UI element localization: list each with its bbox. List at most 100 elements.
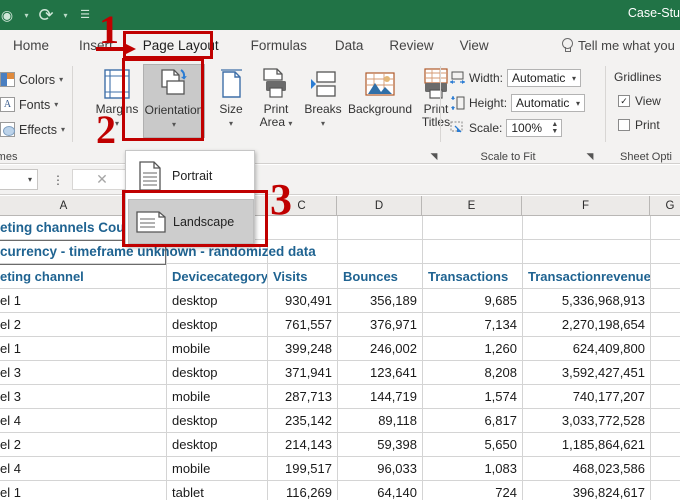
cell-device[interactable]: mobile: [167, 385, 267, 408]
spinner-arrows-icon[interactable]: ▲ ▼: [551, 121, 558, 135]
cell-transactions[interactable]: 8,208: [423, 361, 522, 384]
table-row: el 4 mobile 199,517 96,033 1,083 468,023…: [0, 457, 680, 481]
column-header-g[interactable]: G: [650, 196, 680, 216]
sheet-row-header: eting channel Devicecategory Visits Boun…: [0, 265, 680, 289]
cell-transactions[interactable]: 9,685: [423, 289, 522, 312]
cell-transactions[interactable]: 7,134: [423, 313, 522, 336]
cell-bounces[interactable]: 64,140: [338, 481, 422, 500]
cell-device[interactable]: desktop: [167, 433, 267, 456]
cell-channel[interactable]: el 1: [0, 289, 166, 312]
gridlines-print-label: Print: [635, 118, 660, 132]
cell-bounces[interactable]: 96,033: [338, 457, 422, 480]
formula-bar-menu-icon[interactable]: ⋮: [52, 173, 64, 187]
cell-transactions[interactable]: 724: [423, 481, 522, 500]
cell-revenue[interactable]: 740,177,207: [523, 385, 650, 408]
background-label: Background: [347, 102, 413, 116]
cell-revenue[interactable]: 1,185,864,621: [523, 433, 650, 456]
chevron-down-icon[interactable]: ▾: [20, 11, 33, 20]
cell-transactions[interactable]: 6,817: [423, 409, 522, 432]
cell-device[interactable]: desktop: [167, 361, 267, 384]
cell-channel[interactable]: el 2: [0, 433, 166, 456]
cell-transactions[interactable]: 1,574: [423, 385, 522, 408]
column-header-d[interactable]: D: [337, 196, 422, 216]
cell-revenue[interactable]: 3,033,772,528: [523, 409, 650, 432]
redo-icon[interactable]: ⟳: [33, 3, 59, 27]
cell-device[interactable]: desktop: [167, 409, 267, 432]
cell-device[interactable]: tablet: [167, 481, 267, 500]
cell-bounces[interactable]: 356,189: [338, 289, 422, 312]
column-header-a[interactable]: A: [0, 196, 128, 216]
table-header-device[interactable]: Devicecategory: [167, 265, 267, 288]
customize-qat-icon[interactable]: ☰: [72, 3, 98, 27]
cell-channel[interactable]: el 1: [0, 337, 166, 360]
cell-visits[interactable]: 399,248: [268, 337, 337, 360]
table-header-channel[interactable]: eting channel: [0, 265, 166, 288]
cell-channel[interactable]: el 4: [0, 409, 166, 432]
cell-device[interactable]: desktop: [167, 289, 267, 312]
cell-channel[interactable]: el 3: [0, 361, 166, 384]
cell-channel[interactable]: el 4: [0, 457, 166, 480]
theme-fonts-button[interactable]: A Fonts ▾: [0, 97, 58, 112]
group-scale-to-fit-label: Scale to Fit: [480, 151, 536, 163]
chevron-down-icon[interactable]: ▾: [59, 11, 72, 20]
cell-revenue[interactable]: 468,023,586: [523, 457, 650, 480]
cell-transactions[interactable]: 1,260: [423, 337, 522, 360]
table-header-visits[interactable]: Visits: [268, 265, 337, 288]
theme-effects-button[interactable]: Effects ▾: [0, 122, 65, 137]
cell-visits[interactable]: 761,557: [268, 313, 337, 336]
tab-home[interactable]: Home: [4, 30, 58, 60]
cell-device[interactable]: mobile: [167, 457, 267, 480]
name-box[interactable]: ▾: [0, 169, 38, 190]
table-row: el 1 desktop 930,491 356,189 9,685 5,336…: [0, 289, 680, 313]
cell-visits[interactable]: 930,491: [268, 289, 337, 312]
size-button[interactable]: Size ▾: [208, 64, 254, 138]
cell-device[interactable]: desktop: [167, 313, 267, 336]
table-header-bounces[interactable]: Bounces: [338, 265, 422, 288]
cell-revenue[interactable]: 2,270,198,654: [523, 313, 650, 336]
cancel-formula-icon[interactable]: ✕: [72, 169, 132, 190]
cell-revenue[interactable]: 624,409,800: [523, 337, 650, 360]
cell-visits[interactable]: 371,941: [268, 361, 337, 384]
column-header-f[interactable]: F: [522, 196, 650, 216]
cell-bounces[interactable]: 123,641: [338, 361, 422, 384]
cell-bounces[interactable]: 59,398: [338, 433, 422, 456]
tab-data[interactable]: Data: [326, 30, 373, 60]
cell-device[interactable]: mobile: [167, 337, 267, 360]
print-area-button[interactable]: Print Area ▾: [252, 64, 300, 138]
cell-visits[interactable]: 287,713: [268, 385, 337, 408]
cell-visits[interactable]: 199,517: [268, 457, 337, 480]
cell-transactions[interactable]: 5,650: [423, 433, 522, 456]
background-button[interactable]: Background: [344, 64, 416, 138]
theme-colors-button[interactable]: Colors ▾: [0, 72, 63, 87]
cell-bounces[interactable]: 144,719: [338, 385, 422, 408]
cell-revenue[interactable]: 396,824,617: [523, 481, 650, 500]
cell-bounces[interactable]: 376,971: [338, 313, 422, 336]
scale-to-fit-dialog-launcher[interactable]: ◥: [584, 150, 596, 162]
cell-visits[interactable]: 214,143: [268, 433, 337, 456]
tab-review[interactable]: Review: [380, 30, 442, 60]
cell-revenue[interactable]: 5,336,968,913: [523, 289, 650, 312]
tab-view[interactable]: View: [451, 30, 498, 60]
scale-width-combo[interactable]: Automatic ▾: [507, 69, 582, 87]
cell-bounces[interactable]: 246,002: [338, 337, 422, 360]
scale-percent-spinner[interactable]: 100% ▲ ▼: [506, 119, 563, 137]
cell-revenue[interactable]: 3,592,427,451: [523, 361, 650, 384]
cell-transactions[interactable]: 1,083: [423, 457, 522, 480]
tab-formulas[interactable]: Formulas: [242, 30, 316, 60]
column-header-e[interactable]: E: [422, 196, 522, 216]
scale-height-combo[interactable]: Automatic ▾: [511, 94, 586, 112]
table-header-transactions[interactable]: Transactions: [423, 265, 522, 288]
tell-me-box[interactable]: Tell me what you: [560, 30, 675, 60]
save-icon[interactable]: ◉: [0, 3, 20, 27]
cell-channel[interactable]: el 2: [0, 313, 166, 336]
breaks-button[interactable]: Breaks ▾: [298, 64, 348, 138]
cell-channel[interactable]: el 1: [0, 481, 166, 500]
cell-bounces[interactable]: 89,118: [338, 409, 422, 432]
cell-visits[interactable]: 116,269: [268, 481, 337, 500]
gridlines-print-checkbox[interactable]: Print: [618, 118, 660, 132]
cell-channel[interactable]: el 3: [0, 385, 166, 408]
gridlines-view-checkbox[interactable]: ✓ View: [618, 94, 661, 108]
cell-visits[interactable]: 235,142: [268, 409, 337, 432]
table-header-revenue[interactable]: Transactionrevenue: [523, 265, 650, 288]
formula-bar-row: ▾ ⋮ ✕: [0, 165, 680, 195]
